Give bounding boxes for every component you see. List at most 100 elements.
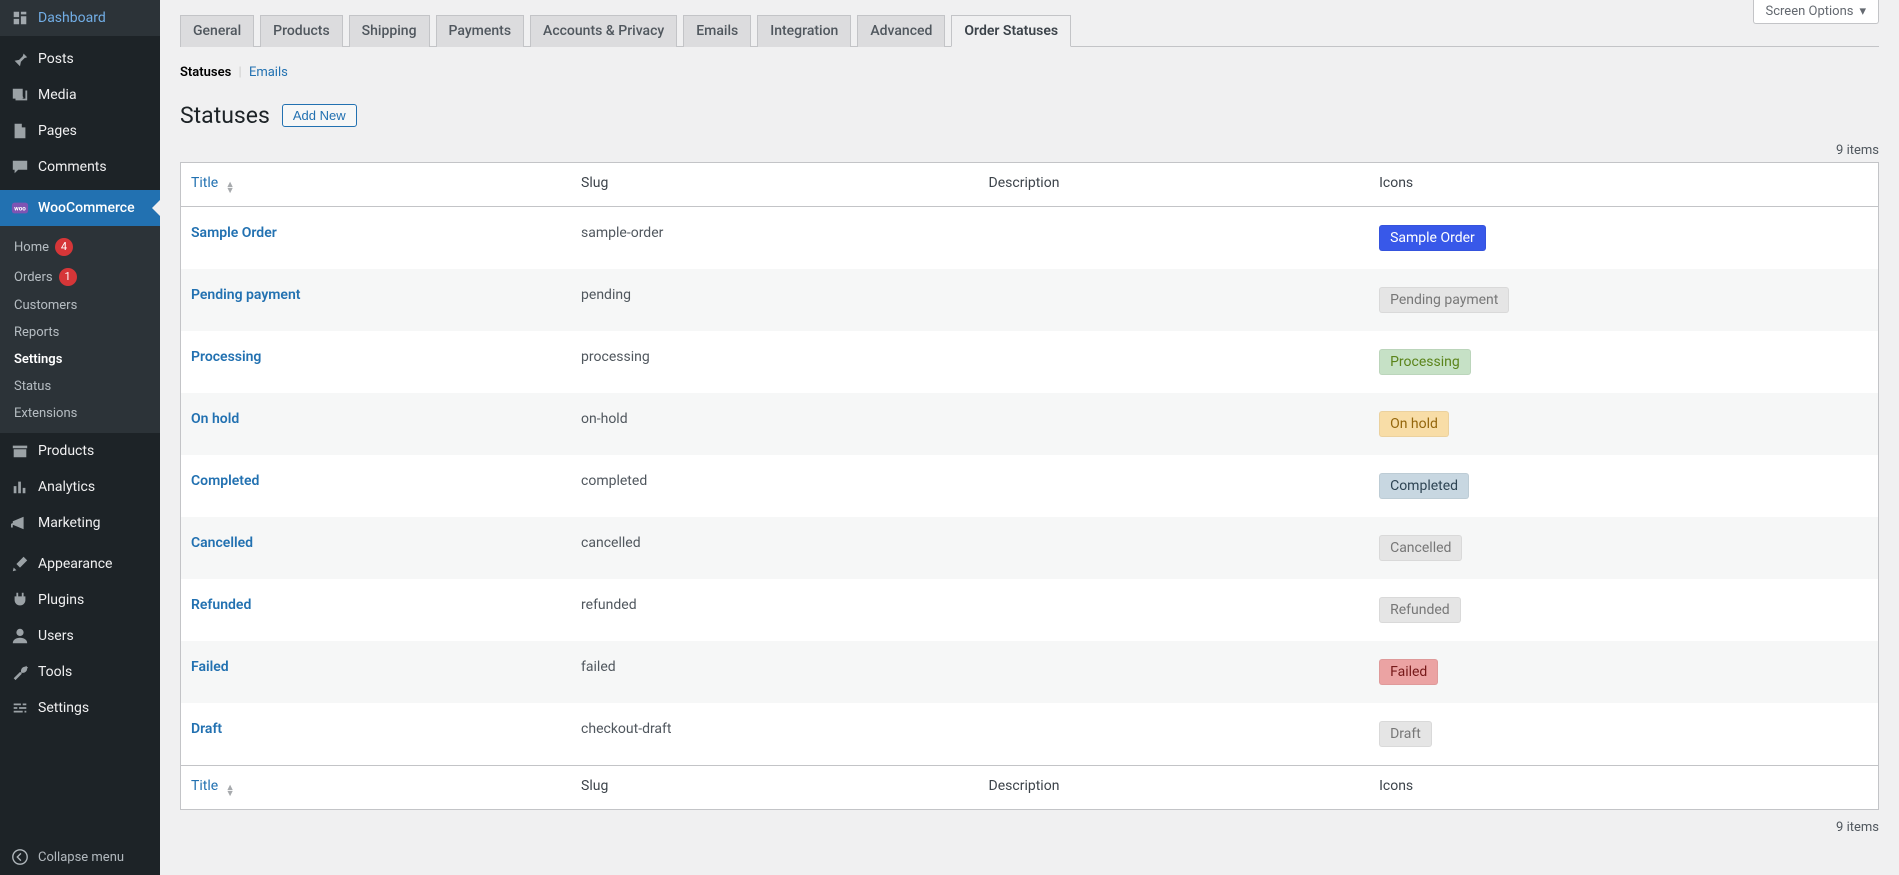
cell-description — [979, 393, 1370, 455]
cell-icons: Draft — [1369, 703, 1878, 766]
cell-slug: checkout-draft — [571, 703, 979, 766]
tab-products[interactable]: Products — [260, 15, 343, 47]
submenu-settings[interactable]: Settings — [0, 346, 160, 373]
cell-title: Processing — [181, 331, 572, 393]
status-title-link[interactable]: On hold — [191, 411, 239, 427]
collapse-icon — [10, 847, 30, 867]
sidebar-item-label: Comments — [38, 159, 107, 175]
sidebar-item-label: Marketing — [38, 515, 101, 531]
table-row: On holdon-holdOn hold — [181, 393, 1879, 455]
subtab-statuses[interactable]: Statuses — [180, 65, 231, 80]
svg-text:woo: woo — [14, 205, 26, 213]
submenu-reports[interactable]: Reports — [0, 319, 160, 346]
add-new-button[interactable]: Add New — [282, 104, 357, 127]
tab-integration[interactable]: Integration — [757, 15, 851, 47]
table-row: Completed completed Completed — [181, 455, 1879, 517]
media-icon — [10, 85, 30, 105]
status-title-link[interactable]: Failed — [191, 659, 229, 675]
sidebar-item-media[interactable]: Media — [0, 77, 160, 113]
cell-icons: Pending payment — [1369, 269, 1878, 331]
status-title-link[interactable]: Processing — [191, 349, 261, 365]
sidebar-item-woocommerce[interactable]: woo WooCommerce — [0, 190, 160, 226]
tab-advanced[interactable]: Advanced — [857, 15, 945, 47]
cell-description — [979, 269, 1370, 331]
brush-icon — [10, 554, 30, 574]
sidebar-item-dashboard[interactable]: Dashboard — [0, 0, 160, 36]
cell-description — [979, 331, 1370, 393]
cell-slug: refunded — [571, 579, 979, 641]
wrench-icon — [10, 662, 30, 682]
sidebar-item-comments[interactable]: Comments — [0, 149, 160, 185]
sidebar-item-products[interactable]: Products — [0, 433, 160, 469]
cell-description — [979, 703, 1370, 766]
screen-options-button[interactable]: Screen Options ▾ — [1753, 0, 1880, 24]
cell-description — [979, 579, 1370, 641]
table-row: CancelledcancelledCancelled — [181, 517, 1879, 579]
sidebar-item-users[interactable]: Users — [0, 618, 160, 654]
tab-order-statuses[interactable]: Order Statuses — [951, 15, 1071, 47]
cell-title: Pending payment — [181, 269, 572, 331]
column-title-footer[interactable]: Title ▲▼ — [181, 766, 572, 810]
cell-slug: completed — [571, 455, 979, 517]
submenu-label: Home — [14, 240, 49, 255]
cell-description — [979, 641, 1370, 703]
sidebar-item-marketing[interactable]: Marketing — [0, 505, 160, 541]
collapse-label: Collapse menu — [38, 850, 124, 865]
cell-icons: Refunded — [1369, 579, 1878, 641]
submenu-orders[interactable]: Orders 1 — [0, 262, 160, 292]
tab-payments[interactable]: Payments — [436, 15, 525, 47]
sort-icon: ▲▼ — [226, 785, 235, 797]
tab-accounts-privacy[interactable]: Accounts & Privacy — [530, 15, 677, 47]
sidebar-item-posts[interactable]: Posts — [0, 41, 160, 77]
sidebar-item-pages[interactable]: Pages — [0, 113, 160, 149]
submenu-customers[interactable]: Customers — [0, 292, 160, 319]
status-title-link[interactable]: Sample Order — [191, 225, 277, 241]
cell-title: Completed — [181, 455, 572, 517]
status-title-link[interactable]: Refunded — [191, 597, 251, 613]
chart-icon — [10, 477, 30, 497]
separator: | — [239, 65, 242, 80]
cell-icons: Sample Order — [1369, 207, 1878, 270]
submenu-home[interactable]: Home 4 — [0, 232, 160, 262]
tab-general[interactable]: General — [180, 15, 254, 47]
status-pill: Failed — [1379, 659, 1438, 685]
tab-shipping[interactable]: Shipping — [349, 15, 430, 47]
submenu-extensions[interactable]: Extensions — [0, 400, 160, 427]
submenu-label: Extensions — [14, 406, 77, 421]
submenu-status[interactable]: Status — [0, 373, 160, 400]
archive-icon — [10, 441, 30, 461]
status-title-link[interactable]: Cancelled — [191, 535, 253, 551]
submenu-label: Settings — [14, 352, 62, 367]
tab-emails[interactable]: Emails — [683, 15, 751, 47]
table-row: Pending payment pending Pending payment — [181, 269, 1879, 331]
sidebar-item-plugins[interactable]: Plugins — [0, 582, 160, 618]
column-description-header: Description — [979, 163, 1370, 207]
status-title-link[interactable]: Pending payment — [191, 287, 301, 303]
sidebar-item-appearance[interactable]: Appearance — [0, 546, 160, 582]
status-pill: Refunded — [1379, 597, 1461, 623]
table-row: Sample Ordersample-orderSample Order — [181, 207, 1879, 270]
table-row: FailedfailedFailed — [181, 641, 1879, 703]
collapse-menu[interactable]: Collapse menu — [0, 839, 160, 875]
tablenav-top: 9 items — [180, 143, 1879, 158]
sidebar-item-analytics[interactable]: Analytics — [0, 469, 160, 505]
cell-title: Sample Order — [181, 207, 572, 270]
sidebar-item-settings[interactable]: Settings — [0, 690, 160, 726]
table-body: Sample Ordersample-orderSample OrderPend… — [181, 207, 1879, 766]
status-title-link[interactable]: Completed — [191, 473, 259, 489]
badge-count: 1 — [59, 268, 77, 286]
status-pill: Completed — [1379, 473, 1469, 499]
column-title-header[interactable]: Title ▲▼ — [181, 163, 572, 207]
cell-slug: pending — [571, 269, 979, 331]
status-title-link[interactable]: Draft — [191, 721, 222, 737]
status-pill: Draft — [1379, 721, 1432, 747]
cell-icons: Completed — [1369, 455, 1878, 517]
subtab-emails[interactable]: Emails — [249, 65, 288, 80]
settings-tabs: General Products Shipping Payments Accou… — [180, 14, 1879, 47]
sidebar-item-tools[interactable]: Tools — [0, 654, 160, 690]
cell-slug: processing — [571, 331, 979, 393]
sort-icon: ▲▼ — [226, 182, 235, 194]
comment-icon — [10, 157, 30, 177]
submenu-label: Orders — [14, 270, 53, 285]
item-count: 9 items — [1836, 143, 1879, 158]
